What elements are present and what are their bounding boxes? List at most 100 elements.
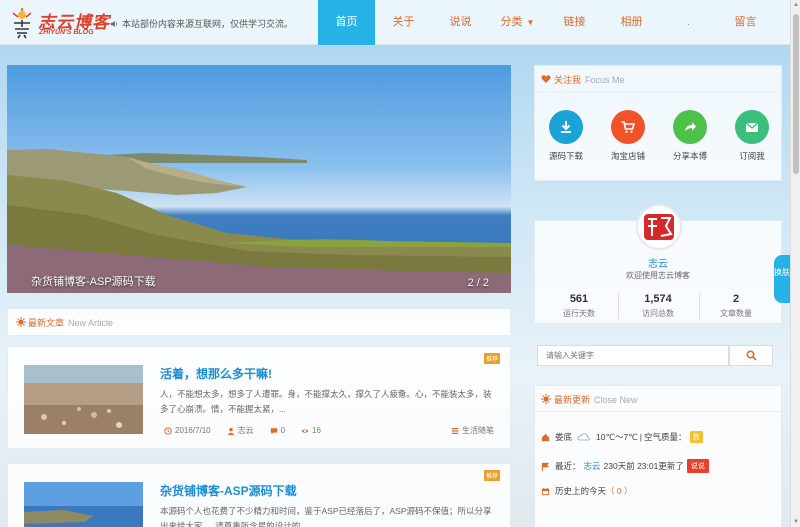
slider-pager: 2 / 2 bbox=[467, 277, 489, 289]
hero-slider[interactable]: 杂货铺博客-ASP源码下载 2 / 2 bbox=[7, 65, 511, 293]
article-thumbnail[interactable] bbox=[24, 482, 143, 527]
card-title: 关注我 Focus Me bbox=[554, 73, 625, 86]
update-user-link[interactable]: 志云 bbox=[584, 460, 601, 472]
sun-icon bbox=[541, 394, 551, 404]
main-nav: 首页 关于 说说 分类 ▼ 链接 相册 . 留言 bbox=[318, 0, 774, 45]
history-label: 历史上的今天 bbox=[555, 486, 607, 496]
article-date: 2016/7/10 bbox=[175, 426, 211, 435]
article-thumbnail[interactable] bbox=[24, 365, 143, 434]
stat-number: 1,574 bbox=[644, 293, 672, 305]
nav-home[interactable]: 首页 bbox=[318, 0, 375, 45]
update-prefix: 最近： bbox=[555, 461, 581, 471]
source-download-button[interactable]: 源码下载 bbox=[541, 110, 591, 162]
scrollbar-thumb[interactable] bbox=[793, 14, 799, 174]
heading-subtitle: New Article bbox=[68, 318, 114, 328]
nav-links[interactable]: 链接 bbox=[546, 0, 603, 45]
air-quality-badge: 良 bbox=[689, 431, 703, 443]
nav-about[interactable]: 关于 bbox=[375, 0, 432, 45]
coast-thumbnail-image bbox=[24, 482, 143, 527]
nav-label: 留言 bbox=[734, 16, 757, 28]
share-blog-button[interactable]: 分享本博 bbox=[665, 110, 715, 162]
nav-category[interactable]: 分类 ▼ bbox=[489, 0, 546, 45]
nav-label: 相册 bbox=[620, 16, 643, 28]
nav-label: 关于 bbox=[392, 16, 415, 28]
card-subtitle: Close New bbox=[594, 395, 638, 405]
sun-icon bbox=[16, 317, 26, 327]
share-arrow-icon bbox=[673, 110, 707, 144]
stat-articles: 2 文章数量 bbox=[695, 293, 777, 319]
profile-card: 志云 欢迎使用志云博客 561 运行天数 1,574 访问总数 2 文章数量 bbox=[534, 204, 782, 324]
logo-mark-icon bbox=[12, 8, 32, 39]
notice-text: 本站部份内容来源互联网，仅供学习交流。 bbox=[122, 19, 294, 29]
update-type-badge[interactable]: 说说 bbox=[686, 459, 709, 473]
history-today-row[interactable]: 历史上的今天 （ 0 ） bbox=[541, 485, 632, 497]
pebble-beach-image bbox=[24, 365, 143, 434]
search-box bbox=[537, 345, 786, 367]
coast-landscape-image bbox=[7, 149, 511, 293]
stat-label: 运行天数 bbox=[563, 309, 595, 318]
weather-city: 娄底 bbox=[555, 432, 573, 442]
search-icon bbox=[745, 350, 757, 361]
profile-name[interactable]: 志云 bbox=[535, 255, 781, 270]
article-title[interactable]: 杂货铺博客-ASP源码下载 bbox=[160, 482, 297, 499]
logo-subtext: ZHIYUN'S BLOG bbox=[39, 29, 94, 36]
category-label: 生活随笔 bbox=[462, 426, 494, 435]
article-comments: 0 bbox=[280, 426, 286, 435]
avatar[interactable] bbox=[636, 204, 682, 250]
red-seal-avatar-image bbox=[639, 207, 679, 247]
latest-articles-heading: 最新文章 New Article bbox=[7, 308, 511, 336]
nav-talk[interactable]: 说说 bbox=[432, 0, 489, 45]
user-icon bbox=[227, 427, 234, 435]
scroll-down-icon[interactable]: ▼ bbox=[792, 519, 800, 525]
stat-label: 访问总数 bbox=[642, 309, 674, 318]
card-title-text: 关注我 bbox=[554, 75, 582, 85]
follow-label: 分享本博 bbox=[672, 151, 707, 161]
nav-label: 说说 bbox=[449, 16, 472, 28]
nav-guestbook[interactable]: 留言 bbox=[717, 0, 774, 45]
heart-icon bbox=[541, 75, 551, 83]
card-header: 最新更新 Close New bbox=[535, 386, 781, 412]
card-title-text: 最新更新 bbox=[554, 395, 591, 405]
stat-number: 2 bbox=[732, 293, 740, 305]
site-logo[interactable]: 志云博客 ZHIYUN'S BLOG bbox=[8, 5, 109, 41]
search-input[interactable] bbox=[537, 345, 729, 366]
article-views: 16 bbox=[312, 426, 321, 435]
update-text: 230天前 23:01更新了 bbox=[603, 461, 684, 471]
cloud-icon bbox=[577, 433, 590, 441]
nav-blank[interactable]: . bbox=[660, 0, 717, 45]
article-title[interactable]: 活着，想那么多干嘛! bbox=[160, 365, 272, 382]
download-icon bbox=[549, 110, 583, 144]
article-excerpt: 人，不能想太多，想多了人遭罪。身，不能撑太久，撑久了人疲惫。心，不能装太多，装多… bbox=[160, 389, 492, 414]
skin-switch-tab[interactable]: 换肤 bbox=[774, 255, 790, 303]
follow-label: 订阅我 bbox=[739, 151, 765, 161]
weather-air: 空气质量： bbox=[644, 432, 687, 442]
nav-label: 分类 bbox=[500, 16, 523, 28]
home-icon bbox=[541, 433, 550, 441]
clock-icon bbox=[164, 426, 172, 435]
article-meta: 2016/7/10 志云 0 16 bbox=[164, 425, 325, 436]
scroll-up-icon[interactable]: ▲ bbox=[792, 2, 800, 8]
recent-updates-card: 最新更新 Close New 娄底 10℃～7℃ | 空气质量： 良 最近： 志云… bbox=[534, 385, 782, 527]
slider-caption[interactable]: 杂货铺博客-ASP源码下载 bbox=[31, 273, 156, 289]
comment-icon bbox=[270, 427, 277, 434]
stat-visits: 1,574 访问总数 bbox=[617, 293, 699, 319]
nav-album[interactable]: 相册 bbox=[603, 0, 660, 45]
search-button[interactable] bbox=[729, 345, 773, 366]
speaker-icon bbox=[110, 20, 117, 28]
follow-label: 源码下载 bbox=[548, 151, 583, 161]
nav-label: 链接 bbox=[563, 16, 586, 28]
vertical-scrollbar[interactable]: ▲ ▼ bbox=[790, 0, 800, 527]
subscribe-button[interactable]: 订阅我 bbox=[727, 110, 777, 162]
flag-icon bbox=[541, 462, 550, 471]
weather-temp: 10℃～7℃ bbox=[596, 432, 638, 442]
article-category[interactable]: 生活随笔 bbox=[451, 425, 494, 436]
taobao-shop-button[interactable]: 淘宝店铺 bbox=[603, 110, 653, 162]
latest-update-row: 最近： 志云 230天前 23:01更新了 说说 bbox=[541, 459, 709, 473]
article-author[interactable]: 志云 bbox=[238, 425, 254, 436]
follow-me-card: 关注我 Focus Me 源码下载 淘宝店铺 分享本博 订阅我 bbox=[534, 65, 782, 181]
article-excerpt: 本源码个人也花费了不少精力和时间，鉴于ASP已经落后了，ASP源码不保值；所以分… bbox=[160, 506, 492, 527]
top-header: 志云博客 ZHIYUN'S BLOG 本站部份内容来源互联网，仅供学习交流。 首… bbox=[0, 0, 790, 45]
heading-title: 最新文章 bbox=[28, 318, 65, 328]
recommend-badge: 推荐 bbox=[483, 353, 500, 364]
card-header: 关注我 Focus Me bbox=[535, 66, 781, 92]
